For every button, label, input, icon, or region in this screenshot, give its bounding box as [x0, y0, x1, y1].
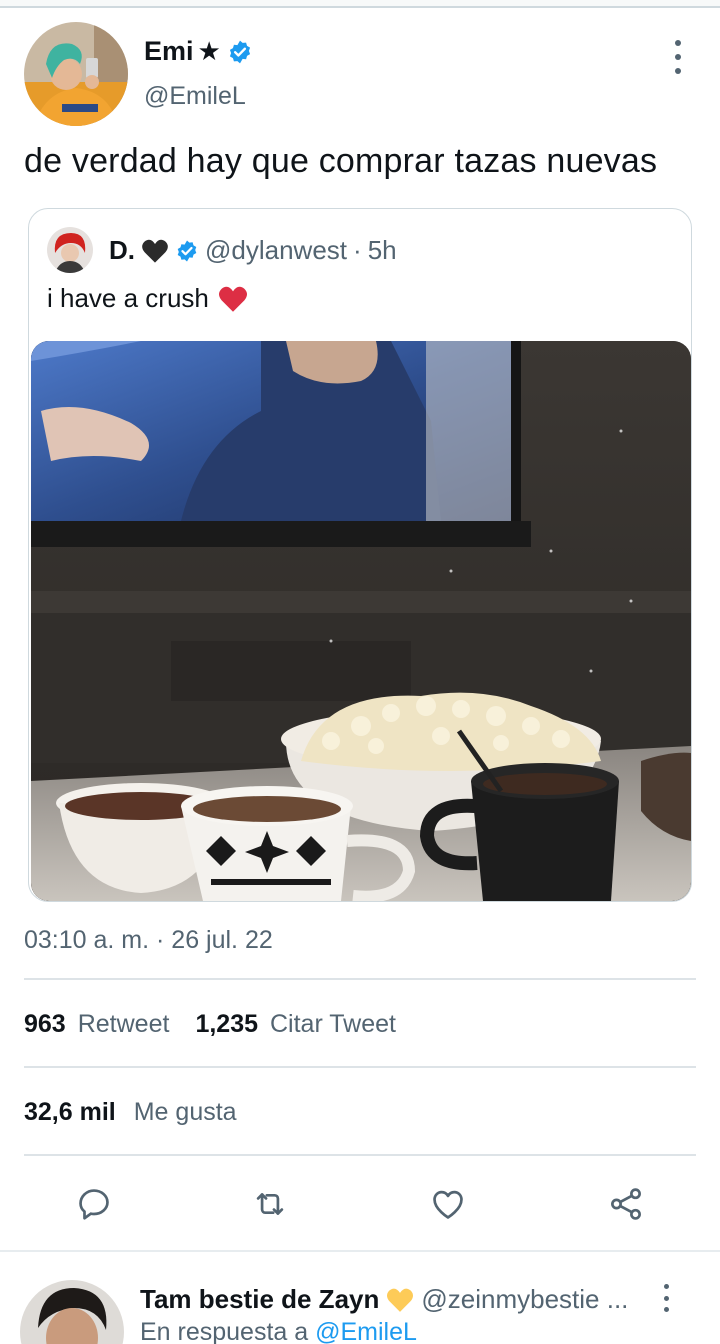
quoted-author-avatar — [47, 227, 93, 273]
top-edge — [0, 0, 720, 8]
share-icon[interactable] — [602, 1176, 650, 1232]
reply-author-handle[interactable]: @zeinmybestie ... — [421, 1284, 628, 1315]
retweet-stats-row: 963 Retweet 1,235 Citar Tweet — [24, 1010, 396, 1039]
divider — [24, 1154, 696, 1156]
tweet-timestamp[interactable]: 03:10 a. m. · 26 jul. 22 — [24, 926, 273, 955]
section-separator — [0, 1250, 720, 1252]
quotes-label[interactable]: Citar Tweet — [270, 1010, 396, 1039]
author-avatar[interactable] — [24, 22, 128, 126]
red-heart-icon — [217, 285, 249, 313]
replying-to-mention[interactable]: @EmileL — [315, 1318, 417, 1344]
quotes-count[interactable]: 1,235 — [195, 1010, 258, 1039]
replying-prefix: En respuesta a — [140, 1318, 309, 1344]
quoted-header: D. @dylanwest · 5h — [109, 235, 397, 266]
reply-author-avatar[interactable] — [20, 1280, 124, 1344]
likes-stats-row: 32,6 mil Me gusta — [24, 1098, 237, 1127]
divider — [24, 1066, 696, 1068]
reply-icon[interactable] — [70, 1176, 118, 1232]
reply-more-options-icon[interactable] — [658, 1284, 674, 1312]
author-handle[interactable]: @EmileL — [144, 82, 246, 111]
quoted-text-row: i have a crush — [47, 283, 249, 314]
divider — [24, 978, 696, 980]
retweet-icon[interactable] — [246, 1176, 294, 1232]
action-bar — [0, 1176, 720, 1232]
quoted-text: i have a crush — [47, 283, 209, 313]
quoted-tweet-card[interactable]: D. @dylanwest · 5h i have a crush — [28, 208, 692, 902]
like-icon[interactable] — [424, 1176, 472, 1232]
verified-badge-icon — [227, 39, 253, 65]
more-options-icon[interactable] — [668, 40, 688, 74]
replying-to-line: En respuesta a @EmileL — [140, 1318, 417, 1344]
quoted-age[interactable]: 5h — [368, 235, 397, 266]
reply-header: Tam bestie de Zayn @zeinmybestie ... — [140, 1284, 628, 1315]
retweets-count[interactable]: 963 — [24, 1010, 66, 1039]
quoted-separator: · — [353, 235, 362, 265]
author-name[interactable]: Emi ★ — [144, 36, 253, 67]
quoted-author-handle[interactable]: @dylanwest — [205, 235, 347, 266]
likes-label[interactable]: Me gusta — [134, 1098, 237, 1127]
star-glyph: ★ — [197, 36, 221, 66]
black-heart-icon — [141, 238, 169, 264]
tweet-text: de verdad hay que comprar tazas nuevas — [24, 142, 658, 180]
quoted-author-name[interactable]: D. — [109, 235, 135, 266]
retweets-label[interactable]: Retweet — [78, 1010, 170, 1039]
quoted-photo[interactable] — [31, 341, 691, 901]
reply-author-name[interactable]: Tam bestie de Zayn — [140, 1284, 379, 1315]
yellow-heart-icon — [385, 1287, 415, 1313]
author-name-text: Emi — [144, 36, 194, 66]
quoted-verified-badge-icon — [175, 239, 199, 263]
likes-count[interactable]: 32,6 mil — [24, 1098, 116, 1127]
